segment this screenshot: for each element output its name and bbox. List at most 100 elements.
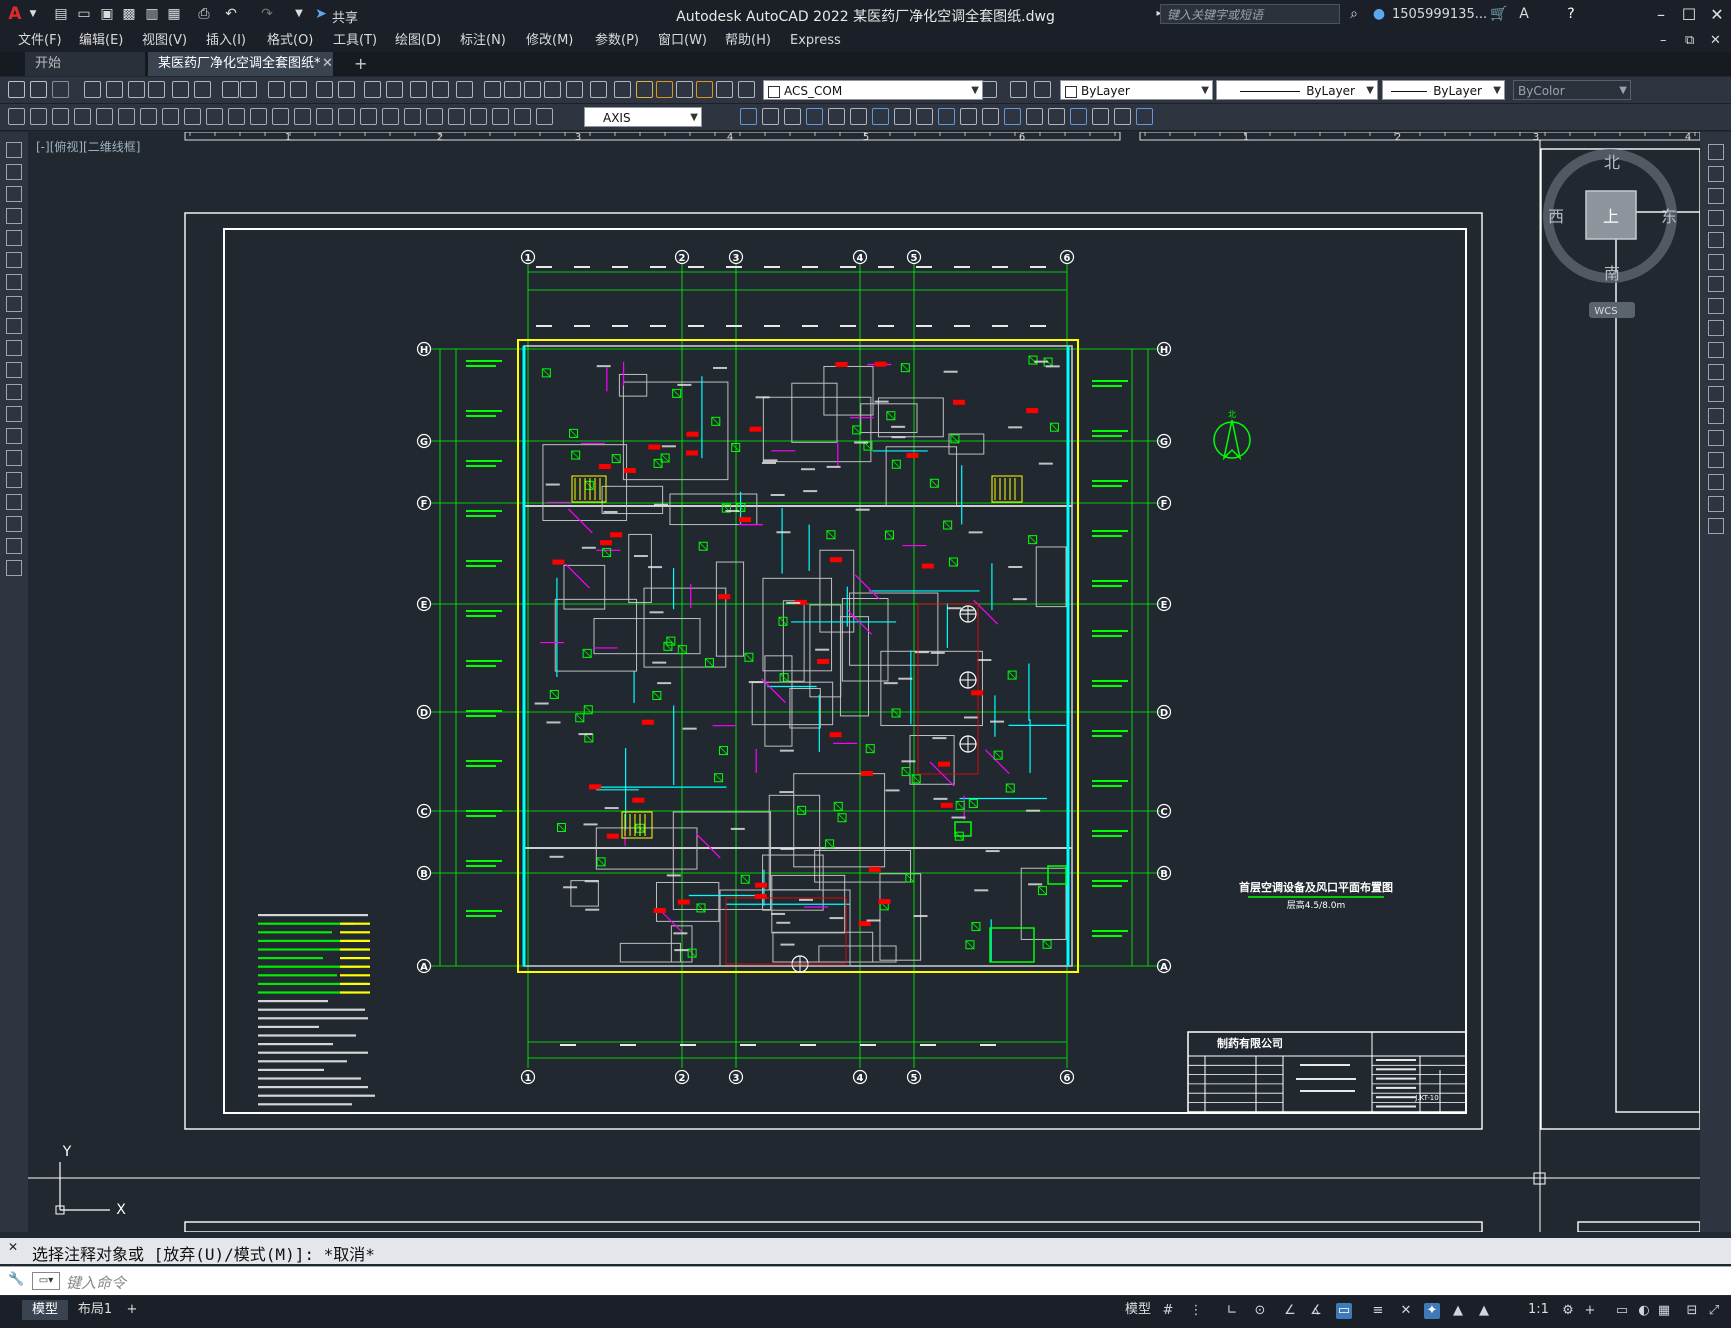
status-toggle-icon[interactable]: ▭ — [1336, 1303, 1352, 1319]
status-toggle-icon[interactable]: ▲ — [1476, 1303, 1492, 1319]
tab-active-drawing[interactable]: 某医药厂净化空调全套图纸* — [148, 52, 333, 76]
toolbar-tool-icon[interactable] — [240, 81, 257, 98]
modify-tool-icon[interactable] — [762, 108, 779, 125]
dimension-tool-icon[interactable] — [382, 108, 399, 125]
draw-tool-icon[interactable] — [6, 516, 22, 532]
toolbar-tool-icon[interactable] — [738, 81, 755, 98]
toolbar-tool-icon[interactable] — [84, 81, 101, 98]
dimension-tool-icon[interactable] — [30, 108, 47, 125]
wcs-label[interactable]: WCS — [1594, 306, 1617, 317]
dimension-tool-icon[interactable] — [316, 108, 333, 125]
toolbar-tool-icon[interactable] — [386, 81, 403, 98]
menu-dimension[interactable]: 标注(N) — [460, 30, 506, 52]
toolbar-tool-icon[interactable] — [194, 81, 211, 98]
command-close-icon[interactable]: ✕ — [8, 1240, 18, 1254]
modify-tool-icon[interactable] — [1708, 298, 1724, 314]
model-space-toggle[interactable]: 模型 — [1125, 1300, 1151, 1320]
doc-close-icon[interactable]: ✕ — [1710, 30, 1721, 52]
undo-icon[interactable]: ↶ — [222, 5, 240, 23]
toolbar-tool-icon[interactable] — [636, 81, 653, 98]
toolbar-tool-icon[interactable] — [8, 81, 25, 98]
menu-window[interactable]: 窗口(W) — [658, 30, 707, 52]
layout1-tab[interactable]: 布局1 — [72, 1300, 118, 1320]
search-input[interactable]: 键入关键字或短语 — [1160, 4, 1340, 24]
toolbar-tool-icon[interactable] — [1010, 81, 1027, 98]
modify-tool-icon[interactable] — [1708, 166, 1724, 182]
new-tab-button[interactable]: + — [344, 52, 377, 76]
status-toggle-icon[interactable]: ≡ — [1370, 1303, 1386, 1319]
modify-tool-icon[interactable] — [828, 108, 845, 125]
menu-format[interactable]: 格式(O) — [267, 30, 313, 52]
draw-tool-icon[interactable] — [6, 340, 22, 356]
draw-tool-icon[interactable] — [6, 164, 22, 180]
viewcube-south-label[interactable]: 南 — [1604, 264, 1620, 283]
command-line[interactable]: 🔧 ▭▾ 键入命令 — [0, 1266, 1731, 1295]
draw-tool-icon[interactable] — [6, 450, 22, 466]
draw-tool-icon[interactable] — [6, 142, 22, 158]
drawing-svg[interactable]: 1234561234 112233445566H HG GF FE ED DC CB BA A … — [28, 132, 1700, 1232]
menu-modify[interactable]: 修改(M) — [526, 30, 573, 52]
viewcube-north-label[interactable]: 北 — [1604, 153, 1620, 172]
draw-tool-icon[interactable] — [6, 186, 22, 202]
dimension-tool-icon[interactable] — [206, 108, 223, 125]
toolbar-tool-icon[interactable] — [364, 81, 381, 98]
save-web-icon[interactable]: ▦ — [165, 5, 183, 23]
status-toggle-icon[interactable]: + — [1582, 1303, 1598, 1319]
draw-tool-icon[interactable] — [6, 208, 22, 224]
modify-tool-icon[interactable] — [938, 108, 955, 125]
modify-tool-icon[interactable] — [960, 108, 977, 125]
modify-tool-icon[interactable] — [894, 108, 911, 125]
status-toggle-icon[interactable]: ▭ — [1614, 1303, 1630, 1319]
cart-icon[interactable]: 🛒 — [1490, 5, 1508, 23]
dimension-tool-icon[interactable] — [272, 108, 289, 125]
status-toggle-icon[interactable]: ✦ — [1424, 1303, 1440, 1319]
toolbar-tool-icon[interactable] — [30, 81, 47, 98]
modify-tool-icon[interactable] — [806, 108, 823, 125]
dimension-tool-icon[interactable] — [470, 108, 487, 125]
modify-tool-icon[interactable] — [1048, 108, 1065, 125]
draw-tool-icon[interactable] — [6, 560, 22, 576]
dimension-tool-icon[interactable] — [492, 108, 509, 125]
modify-tool-icon[interactable] — [1708, 474, 1724, 490]
status-toggle-icon[interactable]: ∡ — [1308, 1303, 1324, 1319]
draw-tool-icon[interactable] — [6, 252, 22, 268]
wrench-icon[interactable]: 🔧 — [8, 1272, 24, 1287]
viewcube-west-label[interactable]: 西 — [1548, 207, 1564, 226]
draw-tool-icon[interactable] — [6, 296, 22, 312]
dimension-tool-icon[interactable] — [8, 108, 25, 125]
status-toggle-icon[interactable]: # — [1160, 1303, 1176, 1319]
menu-help[interactable]: 帮助(H) — [725, 30, 771, 52]
customize-chevron-icon[interactable]: ▼ — [290, 5, 308, 23]
color-dropdown[interactable]: ByLayer ▼ — [1060, 80, 1213, 100]
save-icon[interactable]: ▣ — [98, 5, 116, 23]
modify-tool-icon[interactable] — [1708, 276, 1724, 292]
autodesk-app-icon[interactable]: A — [1515, 5, 1533, 23]
toolbar-tool-icon[interactable] — [128, 81, 145, 98]
app-menu-button[interactable]: A — [6, 5, 24, 23]
tab-close-icon[interactable]: ✕ — [312, 52, 343, 76]
modify-tool-icon[interactable] — [1708, 496, 1724, 512]
modify-tool-icon[interactable] — [1708, 210, 1724, 226]
toolbar-tool-icon[interactable] — [268, 81, 285, 98]
toolbar-tool-icon[interactable] — [676, 81, 693, 98]
modify-tool-icon[interactable] — [1708, 452, 1724, 468]
toolbar-tool-icon[interactable] — [590, 81, 607, 98]
draw-tool-icon[interactable] — [6, 406, 22, 422]
status-toggle-icon[interactable]: ▲ — [1450, 1303, 1466, 1319]
modify-tool-icon[interactable] — [916, 108, 933, 125]
toolbar-tool-icon[interactable] — [172, 81, 189, 98]
status-toggle-icon[interactable]: ∠ — [1282, 1303, 1298, 1319]
draw-tool-icon[interactable] — [6, 472, 22, 488]
lineweight-dropdown[interactable]: ByLayer ▼ — [1382, 80, 1505, 100]
dimstyle-dropdown[interactable]: AXIS ▼ — [584, 107, 702, 127]
modify-tool-icon[interactable] — [872, 108, 889, 125]
drawing-canvas[interactable]: 1234561234 112233445566HHGGFFEEDDCCBBAA … — [28, 132, 1700, 1232]
viewcube-east-label[interactable]: 东 — [1661, 207, 1677, 226]
toolbar-tool-icon[interactable] — [338, 81, 355, 98]
app-menu-chevron-icon[interactable]: ▼ — [24, 5, 42, 23]
modify-tool-icon[interactable] — [1026, 108, 1043, 125]
status-toggle-icon[interactable]: ▦ — [1656, 1303, 1672, 1319]
search-icon[interactable]: ⌕ — [1345, 5, 1363, 23]
modify-tool-icon[interactable] — [1114, 108, 1131, 125]
modify-tool-icon[interactable] — [1136, 108, 1153, 125]
